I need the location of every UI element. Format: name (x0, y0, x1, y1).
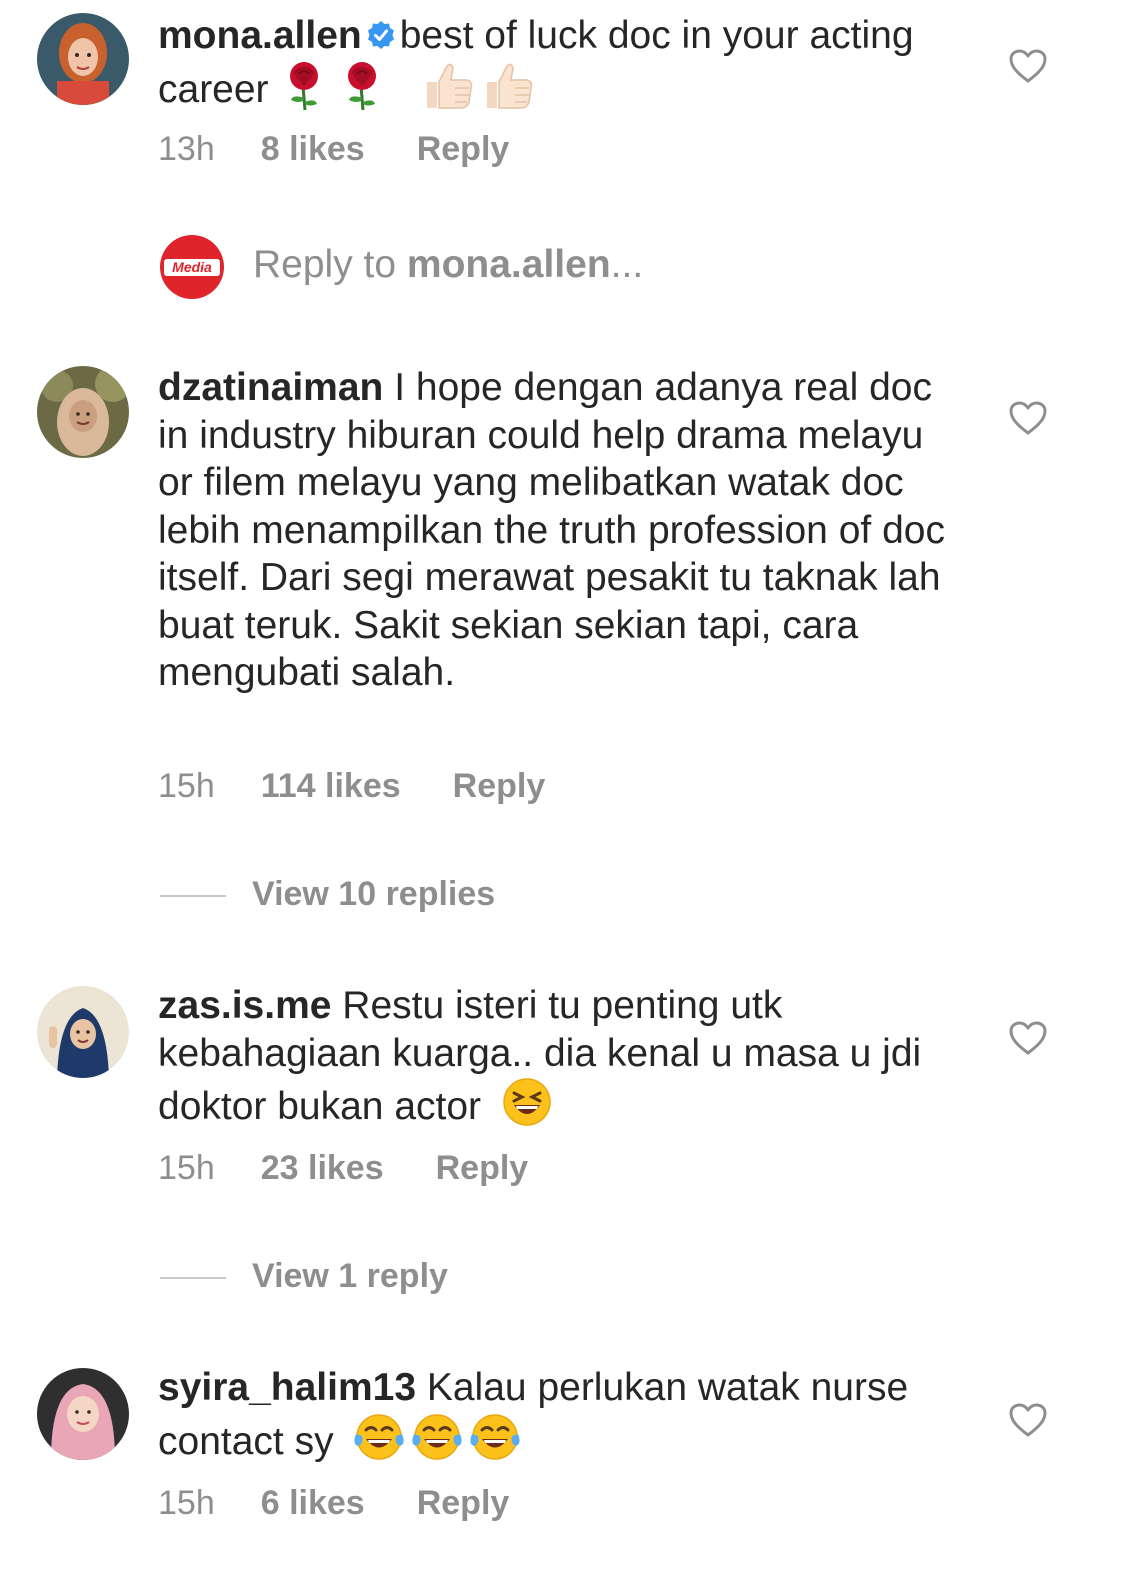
comment-meta: 13h 8 likes Reply (158, 130, 509, 169)
divider-line (160, 895, 226, 898)
comment-meta: 15h 114 likes Reply (158, 767, 545, 806)
comment-time: 15h (158, 1484, 215, 1522)
verified-badge-icon (367, 21, 394, 49)
comment-meta: 15h 23 likes Reply (158, 1149, 528, 1188)
view-replies-label: View 1 reply (252, 1257, 448, 1295)
reply-to-suffix: ... (610, 243, 644, 286)
like-heart-icon[interactable] (1008, 400, 1048, 436)
view-replies-button[interactable]: View 1 reply (160, 1257, 448, 1296)
username[interactable]: syira_halim13 (158, 1366, 416, 1409)
reply-to-prefix: Reply to (253, 243, 397, 286)
tears-of-joy-emoji (352, 1412, 406, 1474)
avatar-image (37, 13, 129, 105)
reply-to-text[interactable]: Reply to mona.allen... (253, 243, 643, 287)
avatar-mona-allen[interactable] (37, 13, 129, 105)
avatar-dzatinaiman[interactable] (37, 366, 129, 458)
username[interactable]: zas.is.me (158, 984, 331, 1027)
comment-body: syira_halim13 Kalau perlukan watak nurse… (158, 1364, 948, 1473)
view-replies-button[interactable]: View 10 replies (160, 875, 495, 914)
comment-body: zas.is.me Restu isteri tu penting utk ke… (158, 982, 948, 1139)
media-avatar: Media (160, 235, 224, 299)
media-avatar-label: Media (172, 259, 212, 275)
likes-count[interactable]: 8 likes (261, 130, 365, 169)
avatar-image (37, 366, 129, 458)
comment-time: 15h (158, 767, 215, 805)
username[interactable]: dzatinaiman (158, 366, 383, 409)
grinning-squinting-emoji (502, 1077, 552, 1139)
thumbs-up-emoji (421, 60, 475, 122)
rose-emoji (279, 60, 329, 122)
comment-body: dzatinaiman I hope dengan adanya real do… (158, 364, 948, 697)
reply-button[interactable]: Reply (417, 130, 510, 169)
like-heart-icon[interactable] (1008, 1402, 1048, 1438)
avatar-syira-halim13[interactable] (37, 1368, 129, 1460)
comment-text: I hope dengan adanya real doc in industr… (158, 366, 945, 694)
avatar-image (37, 986, 129, 1078)
tears-of-joy-emoji (410, 1412, 464, 1474)
username[interactable]: mona.allen (158, 14, 362, 57)
reply-button[interactable]: Reply (453, 767, 546, 806)
rose-emoji (337, 60, 387, 122)
likes-count[interactable]: 6 likes (261, 1484, 365, 1523)
like-heart-icon[interactable] (1008, 48, 1048, 84)
comment-body: mona.allen best of luck doc in your acti… (158, 12, 958, 121)
tears-of-joy-emoji (468, 1412, 522, 1474)
likes-count[interactable]: 114 likes (261, 767, 401, 806)
reply-button[interactable]: Reply (417, 1484, 510, 1523)
reply-button[interactable]: Reply (436, 1149, 529, 1188)
divider-line (160, 1277, 226, 1280)
thumbs-up-emoji (481, 60, 535, 122)
likes-count[interactable]: 23 likes (261, 1149, 384, 1188)
comment-meta: 15h 6 likes Reply (158, 1484, 509, 1523)
avatar-zas-is-me[interactable] (37, 986, 129, 1078)
comment-time: 15h (158, 1149, 215, 1187)
like-heart-icon[interactable] (1008, 1020, 1048, 1056)
comment-time: 13h (158, 130, 215, 168)
avatar-image (37, 1368, 129, 1460)
reply-to-username: mona.allen (406, 243, 611, 286)
view-replies-label: View 10 replies (252, 875, 496, 913)
